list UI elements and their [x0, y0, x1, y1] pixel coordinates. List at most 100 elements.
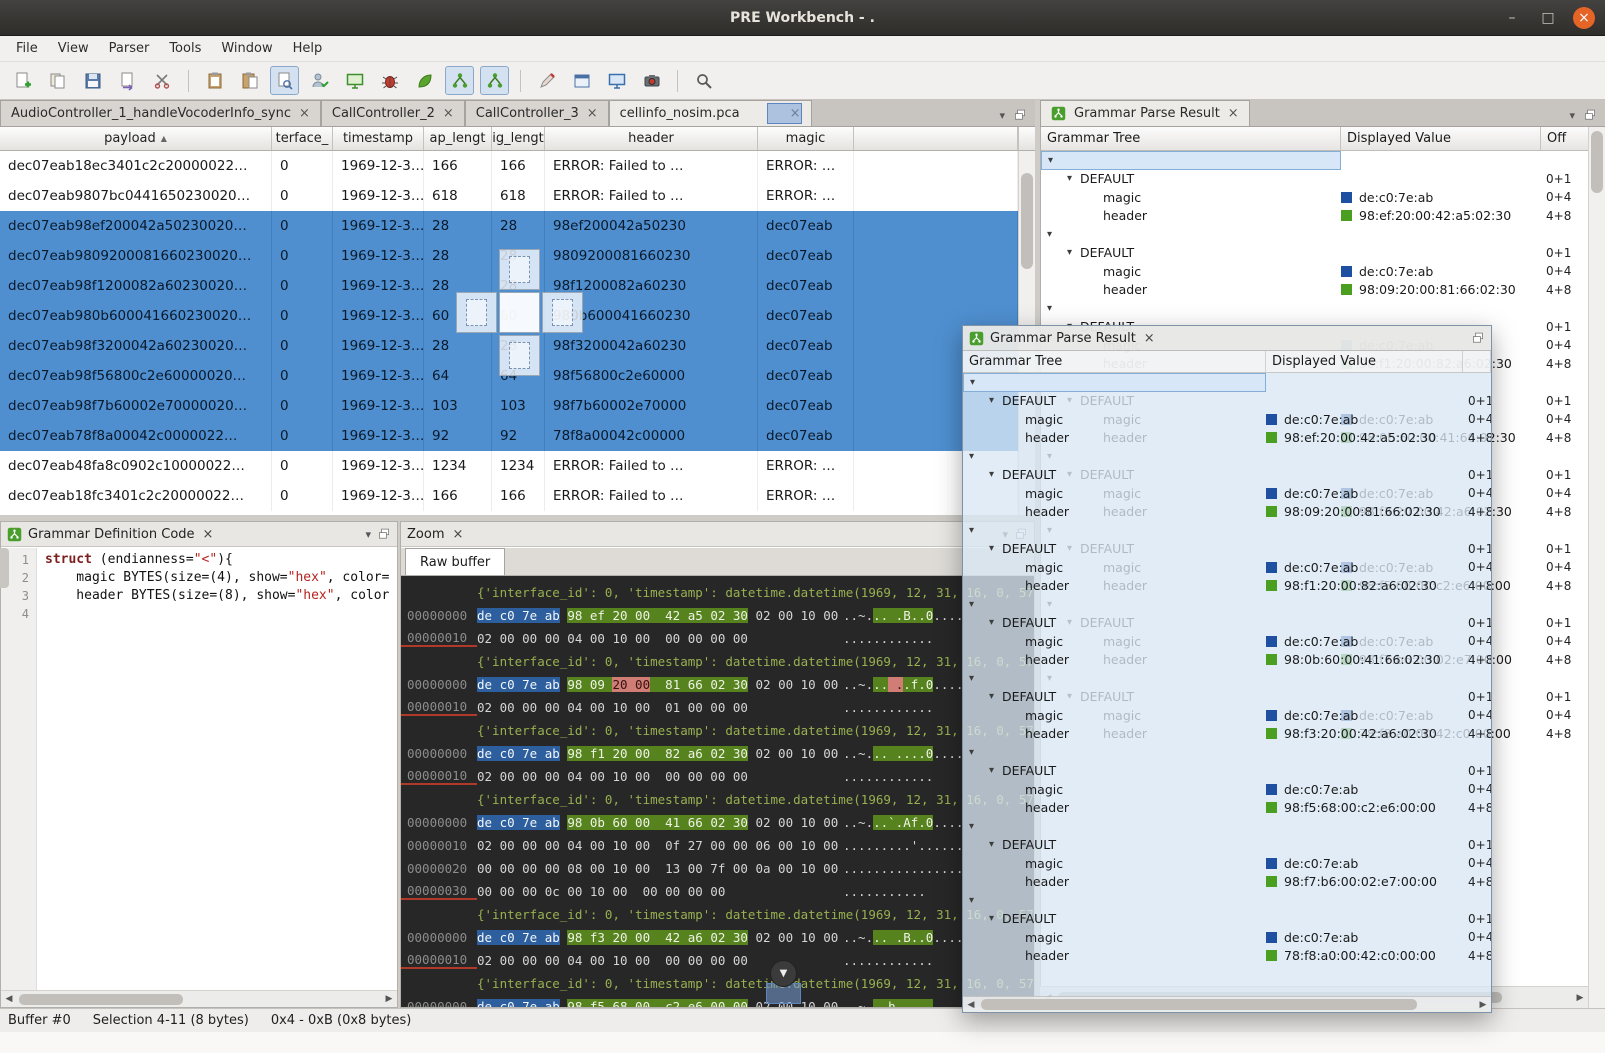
paste-button[interactable]: [200, 66, 229, 95]
chevron-down-icon[interactable]: ▾: [1569, 109, 1575, 122]
tab-close-icon[interactable]: ×: [1228, 106, 1239, 121]
hex-row[interactable]: 0000001002 00 00 00 04 00 10 00 01 00 00…: [401, 696, 1034, 719]
dock-drop-zone-right[interactable]: [542, 292, 583, 333]
hex-row[interactable]: 00000000de c0 7e ab 98 ef 20 00 42 a5 02…: [401, 604, 1034, 627]
format-button[interactable]: [410, 66, 439, 95]
chevron-down-icon[interactable]: ▾: [969, 895, 982, 906]
column-header-ig_lengt[interactable]: ig_lengt: [492, 127, 545, 150]
column-header-timestamp[interactable]: timestamp: [333, 127, 424, 150]
tree-row-magic[interactable]: magicde:c0:7e:ab0+4: [1041, 188, 1588, 207]
code-horizontal-scrollbar[interactable]: ◀▶: [1, 990, 397, 1007]
scroll-right-icon[interactable]: ▶: [381, 994, 397, 1004]
chevron-down-icon[interactable]: ▾: [365, 528, 371, 541]
close-icon[interactable]: ×: [203, 527, 214, 542]
tree-row-magic[interactable]: magicde:c0:7e:ab0+4: [963, 410, 1491, 429]
tree-row-default[interactable]: ▾DEFAULT0+1: [963, 688, 1491, 707]
menu-item-help[interactable]: Help: [283, 38, 333, 59]
open-browser-button[interactable]: [602, 66, 631, 95]
tree-row-magic[interactable]: magicde:c0:7e:ab0+4: [963, 780, 1491, 799]
scroll-left-icon[interactable]: ◀: [1, 994, 17, 1004]
hex-dump-view[interactable]: {'interface_id': 0, 'timestamp': datetim…: [401, 576, 1034, 1007]
float-icon[interactable]: [1471, 331, 1485, 345]
parse-all-button[interactable]: [480, 66, 509, 95]
scroll-right-icon[interactable]: ▶: [1572, 993, 1588, 1003]
tree-row-packet[interactable]: ▾: [963, 521, 1491, 540]
tree-row-packet[interactable]: ▾: [1041, 225, 1588, 244]
tree-row-magic[interactable]: magicde:c0:7e:ab0+4: [963, 706, 1491, 725]
scrollbar-handle[interactable]: [1021, 173, 1033, 269]
chevron-down-icon[interactable]: ▾: [970, 377, 983, 388]
table-row[interactable]: dec07eab18fc3401c2c20000022…01969-12-3…1…: [0, 481, 1018, 511]
tab-close-icon[interactable]: ×: [443, 106, 454, 121]
maximize-button[interactable]: □: [1537, 7, 1559, 29]
float-icon[interactable]: [377, 527, 391, 541]
dock-drop-zone-left[interactable]: [456, 292, 497, 333]
column-header-magic[interactable]: magic: [758, 127, 854, 150]
close-icon[interactable]: ×: [452, 527, 463, 542]
tree-row-default[interactable]: ▾DEFAULT0+1: [1041, 170, 1588, 189]
hex-row[interactable]: 0000001002 00 00 00 04 00 10 00 00 00 00…: [401, 627, 1034, 650]
menu-item-window[interactable]: Window: [211, 38, 282, 59]
hex-row[interactable]: 0000001002 00 00 00 04 00 10 00 00 00 00…: [401, 949, 1034, 972]
tree-row-default[interactable]: ▾DEFAULT0+1: [963, 762, 1491, 781]
save-button[interactable]: [78, 66, 107, 95]
scrollbar-handle[interactable]: [19, 994, 183, 1005]
tree-row-magic[interactable]: magicde:c0:7e:ab0+4: [963, 854, 1491, 873]
tree-row-packet[interactable]: ▾: [963, 595, 1491, 614]
tree-row-header[interactable]: header98:f5:68:00:c2:e6:00:004+8: [963, 799, 1491, 818]
chevron-down-icon[interactable]: ▾: [969, 451, 982, 462]
table-row[interactable]: dec07eab98ef200042a50230020…01969-12-3…2…: [0, 211, 1018, 241]
chevron-down-icon[interactable]: ▾: [1067, 173, 1080, 184]
tree-row-default[interactable]: ▾DEFAULT0+1: [963, 910, 1491, 929]
validate-button[interactable]: [305, 66, 334, 95]
chevron-down-icon[interactable]: ▾: [989, 395, 1002, 406]
hex-row[interactable]: 00000000de c0 7e ab 98 0b 60 00 41 66 02…: [401, 811, 1034, 834]
tree-row-default[interactable]: ▾DEFAULT0+1: [963, 614, 1491, 633]
chevron-down-icon[interactable]: ▾: [969, 821, 982, 832]
table-row[interactable]: dec07eab78f8a00042c0000022…01969-12-3…92…: [0, 421, 1018, 451]
column-header-terface_[interactable]: terface_: [272, 127, 333, 150]
parse-tree-button[interactable]: [445, 66, 474, 95]
minimize-button[interactable]: –: [1501, 7, 1523, 29]
capture-button[interactable]: [637, 66, 666, 95]
floating-window-titlebar[interactable]: Grammar Parse Result ×: [963, 326, 1491, 351]
tree-row-default[interactable]: ▾DEFAULT0+1: [1041, 244, 1588, 263]
tab-AudioController_1_handleVocoderInfo_sync[interactable]: AudioController_1_handleVocoderInfo_sync…: [0, 100, 321, 126]
tab-CallController_3[interactable]: CallController_3×: [465, 100, 609, 126]
floating-horizontal-scrollbar[interactable]: ◀▶: [963, 996, 1491, 1012]
import-button[interactable]: [113, 66, 142, 95]
column-header-payload[interactable]: payload▲: [0, 127, 272, 150]
column-header-header[interactable]: header: [545, 127, 758, 150]
hex-row[interactable]: 00000000de c0 7e ab 98 f1 20 00 82 a6 02…: [401, 742, 1034, 765]
hex-row[interactable]: 00000000de c0 7e ab 98 f5 68 00 c2 e6 00…: [401, 995, 1034, 1007]
tree-row-packet[interactable]: ▾: [1041, 299, 1588, 318]
tree-row-header[interactable]: header98:0b:60:00:41:66:02:304+8: [963, 651, 1491, 670]
tree-row-header[interactable]: header98:ef:20:00:42:a5:02:304+8: [963, 429, 1491, 448]
tree-row-default[interactable]: ▾DEFAULT0+1: [963, 540, 1491, 559]
tree-row-magic[interactable]: magicde:c0:7e:ab0+4: [1041, 262, 1588, 281]
parse-result-vertical-scrollbar[interactable]: [1588, 127, 1605, 1008]
debug-button[interactable]: [375, 66, 404, 95]
column-header-ap_lengt[interactable]: ap_lengt: [424, 127, 492, 150]
tree-row-header[interactable]: header78:f8:a0:00:42:c0:00:004+8: [963, 947, 1491, 966]
chevron-down-icon[interactable]: ▾: [1047, 303, 1060, 314]
chevron-down-icon[interactable]: ▾: [1047, 229, 1060, 240]
scrollbar-handle[interactable]: [981, 999, 1417, 1010]
tree-row-packet[interactable]: ▾: [963, 373, 1491, 392]
screenshot-button[interactable]: [340, 66, 369, 95]
close-button[interactable]: ×: [1573, 7, 1595, 29]
chevron-down-icon[interactable]: ▾: [969, 525, 982, 536]
scrollbar-handle[interactable]: [1591, 131, 1603, 193]
tree-row-header[interactable]: header98:09:20:00:81:66:02:304+8: [1041, 281, 1588, 300]
table-row[interactable]: dec07eab9807bc0441650230020…01969-12-3…6…: [0, 181, 1018, 211]
chevron-down-icon[interactable]: ▾: [989, 839, 1002, 850]
code-editor[interactable]: 1234 struct (endianness="<"){ magic BYTE…: [1, 548, 397, 990]
menu-item-parser[interactable]: Parser: [99, 38, 160, 59]
edit-button[interactable]: [532, 66, 561, 95]
tab-CallController_2[interactable]: CallController_2×: [321, 100, 465, 126]
chevron-down-icon[interactable]: ▾: [989, 765, 1002, 776]
tree-row-packet[interactable]: ▾: [963, 891, 1491, 910]
column-header-spacer[interactable]: [854, 127, 1018, 150]
chevron-down-icon[interactable]: ▾: [989, 543, 1002, 554]
float-icon[interactable]: [1013, 108, 1027, 122]
